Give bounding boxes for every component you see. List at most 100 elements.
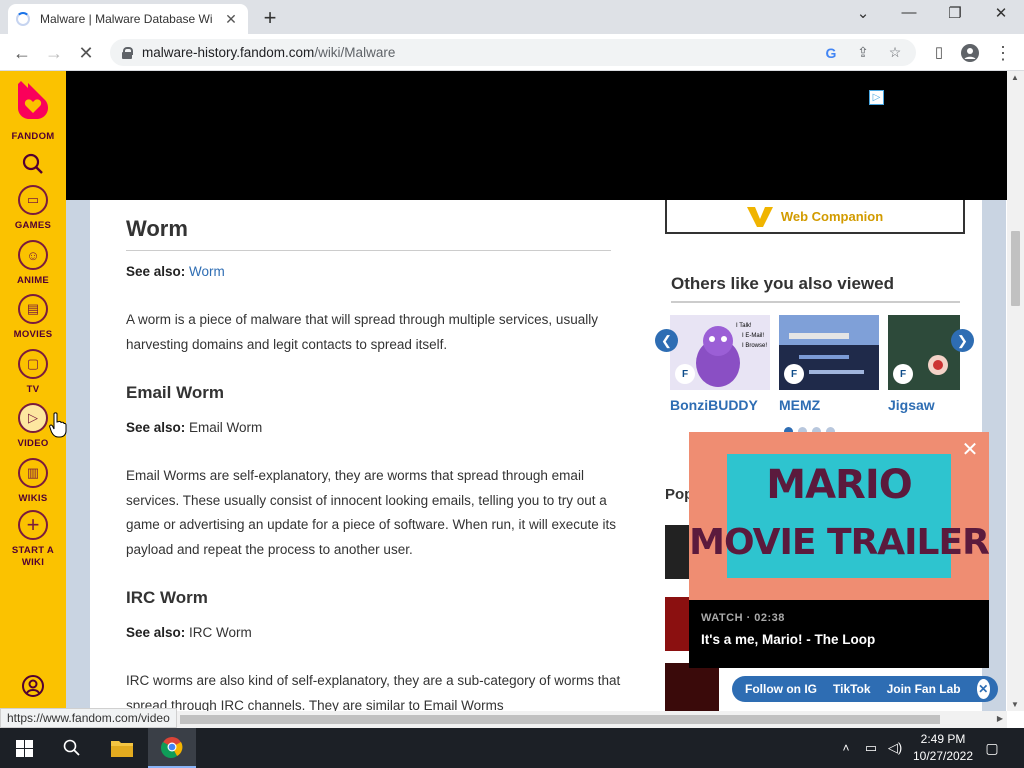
video-title-line1: MARIO — [766, 462, 912, 508]
nav-video-label: VIDEO — [17, 438, 49, 449]
recommended-card[interactable]: F MEMZ — [779, 315, 879, 413]
adchoices-icon[interactable]: ▷ — [869, 90, 884, 105]
card-thumbnail: F — [888, 315, 960, 390]
bookmark-star-icon[interactable]: ☆ — [886, 44, 904, 61]
lock-icon[interactable] — [122, 46, 133, 59]
chrome-menu-icon[interactable]: ⋮ — [990, 40, 1016, 66]
address-bar[interactable]: malware-history.fandom.com/wiki/Malware … — [110, 39, 916, 66]
svg-text:I E-Mail!: I E-Mail! — [742, 333, 764, 339]
scroll-right-icon[interactable]: ▶ — [997, 714, 1003, 723]
url-text: malware-history.fandom.com/wiki/Malware — [142, 45, 396, 60]
others-divider — [671, 301, 960, 303]
scroll-thumb[interactable] — [1011, 231, 1020, 306]
video-name[interactable]: It's a me, Mario! - The Loop — [701, 632, 977, 647]
carousel-prev-arrow-icon[interactable]: ❮ — [655, 329, 678, 352]
nav-tv-label: TV — [26, 384, 40, 395]
stop-loading-icon[interactable]: ✕ — [73, 40, 99, 66]
see-also-worm: See also: Worm — [126, 264, 225, 279]
fan-lab-link[interactable]: Join Fan Lab — [887, 682, 961, 696]
nav-tv[interactable]: ▢ TV — [0, 349, 66, 396]
scroll-thumb[interactable] — [180, 715, 940, 724]
svg-text:I Browse!: I Browse! — [742, 343, 767, 349]
plus-icon: + — [18, 510, 48, 540]
fandom-logo[interactable]: FANDOM — [0, 79, 66, 143]
nav-start-wiki-label: START A WIKI — [11, 545, 55, 568]
user-account-icon — [22, 675, 44, 697]
back-arrow-icon[interactable]: ← — [9, 40, 35, 66]
minimize-button[interactable]: — — [894, 4, 924, 21]
windows-start-icon[interactable] — [0, 728, 48, 768]
tiktok-link[interactable]: TikTok — [833, 682, 871, 696]
section-heading-email-worm: Email Worm — [126, 383, 224, 402]
recommended-card[interactable]: F Jigsaw — [888, 315, 960, 413]
google-lens-icon[interactable]: G — [822, 45, 840, 61]
card-title[interactable]: BonziBUDDY — [670, 397, 770, 413]
tab-search-icon[interactable]: ⌄ — [848, 4, 878, 22]
nav-start-a-wiki[interactable]: + START A WIKI — [0, 510, 66, 569]
side-panel-icon[interactable]: ▯ — [926, 40, 952, 66]
follow-ig-link[interactable]: Follow on IG — [745, 682, 817, 696]
browser-tab[interactable]: Malware | Malware Database Wi ✕ — [8, 4, 248, 34]
share-icon[interactable]: ⇪ — [854, 44, 872, 61]
video-player-popup[interactable]: MARIO MOVIE TRAILER ✕ WATCH · 02:38 It's… — [689, 432, 989, 668]
windows-taskbar: ˄ ▭ ◁) ▢ — [0, 728, 1024, 768]
volume-icon[interactable]: ◁) — [884, 728, 906, 768]
anime-face-icon: ☺ — [18, 240, 48, 270]
vertical-scrollbar[interactable]: ▲ ▼ — [1007, 71, 1024, 711]
show-hidden-icons-icon[interactable]: ˄ — [836, 728, 856, 768]
see-also-email-worm: See also: Email Worm — [126, 420, 263, 435]
chrome-taskbar-icon[interactable] — [148, 728, 196, 768]
nav-wikis[interactable]: ▥ WIKIS — [0, 458, 66, 505]
scroll-down-icon[interactable]: ▼ — [1011, 700, 1019, 709]
nav-movies[interactable]: ▤ MOVIES — [0, 294, 66, 341]
popular-thumbnail[interactable] — [665, 663, 719, 711]
video-thumbnail[interactable]: MARIO MOVIE TRAILER ✕ — [689, 432, 989, 600]
tab-close-icon[interactable]: ✕ — [222, 11, 240, 28]
card-title[interactable]: MEMZ — [779, 397, 879, 413]
video-duration: WATCH · 02:38 — [701, 612, 785, 624]
web-companion-banner[interactable]: Web Companion — [665, 200, 965, 234]
new-tab-button[interactable]: + — [258, 5, 282, 31]
close-window-button[interactable]: ✕ — [986, 4, 1016, 22]
video-title-line2: MOVIE TRAILER — [689, 522, 989, 563]
nav-movies-label: MOVIES — [13, 329, 53, 340]
heading-divider — [126, 250, 611, 251]
search-icon[interactable] — [48, 728, 96, 768]
recommended-card[interactable]: I Talk! I E-Mail! I Browse! F BonziBUDDY — [670, 315, 770, 413]
notifications-icon[interactable]: ▢ — [980, 728, 1004, 768]
browser-toolbar: ← → ✕ malware-history.fandom.com/wiki/Ma… — [0, 34, 1024, 71]
close-icon[interactable]: ✕ — [976, 679, 990, 699]
section-heading-irc-worm: IRC Worm — [126, 588, 208, 607]
maximize-button[interactable]: ❐ — [940, 4, 970, 22]
profile-avatar-icon[interactable] — [957, 40, 983, 66]
worm-paragraph: A worm is a piece of malware that will s… — [126, 312, 598, 352]
taskbar-clock[interactable]: 2:49 PM 10/27/2022 — [908, 731, 978, 765]
forward-arrow-icon[interactable]: → — [41, 40, 67, 66]
close-icon[interactable]: ✕ — [960, 440, 980, 460]
nav-games-label: GAMES — [14, 220, 52, 231]
play-icon: ▷ — [18, 403, 48, 433]
user-account-button[interactable] — [0, 674, 66, 703]
card-title[interactable]: Jigsaw — [888, 397, 960, 413]
nav-anime-label: ANIME — [16, 275, 50, 286]
network-icon[interactable]: ▭ — [860, 728, 882, 768]
clock-date: 10/27/2022 — [912, 749, 974, 763]
loading-spinner-icon — [16, 12, 30, 26]
file-explorer-icon[interactable] — [98, 728, 146, 768]
fandom-logo-label: FANDOM — [11, 131, 55, 142]
web-companion-logo-icon — [746, 207, 773, 227]
search-icon — [22, 153, 43, 174]
book-icon: ▥ — [18, 458, 48, 488]
worm-link[interactable]: Worm — [189, 264, 225, 279]
nav-games[interactable]: ▭ GAMES — [0, 185, 66, 232]
gamepad-icon: ▭ — [18, 185, 48, 215]
clock-time: 2:49 PM — [920, 732, 966, 746]
others-viewed-heading: Others like you also viewed — [671, 274, 894, 293]
fandom-badge-icon: F — [893, 364, 913, 384]
carousel-next-arrow-icon[interactable]: ❯ — [951, 329, 974, 352]
search-button[interactable] — [0, 153, 66, 180]
scroll-up-icon[interactable]: ▲ — [1011, 73, 1019, 82]
svg-text:I Talk!: I Talk! — [736, 323, 752, 329]
nav-anime[interactable]: ☺ ANIME — [0, 240, 66, 287]
top-ad-banner[interactable] — [66, 71, 1007, 200]
